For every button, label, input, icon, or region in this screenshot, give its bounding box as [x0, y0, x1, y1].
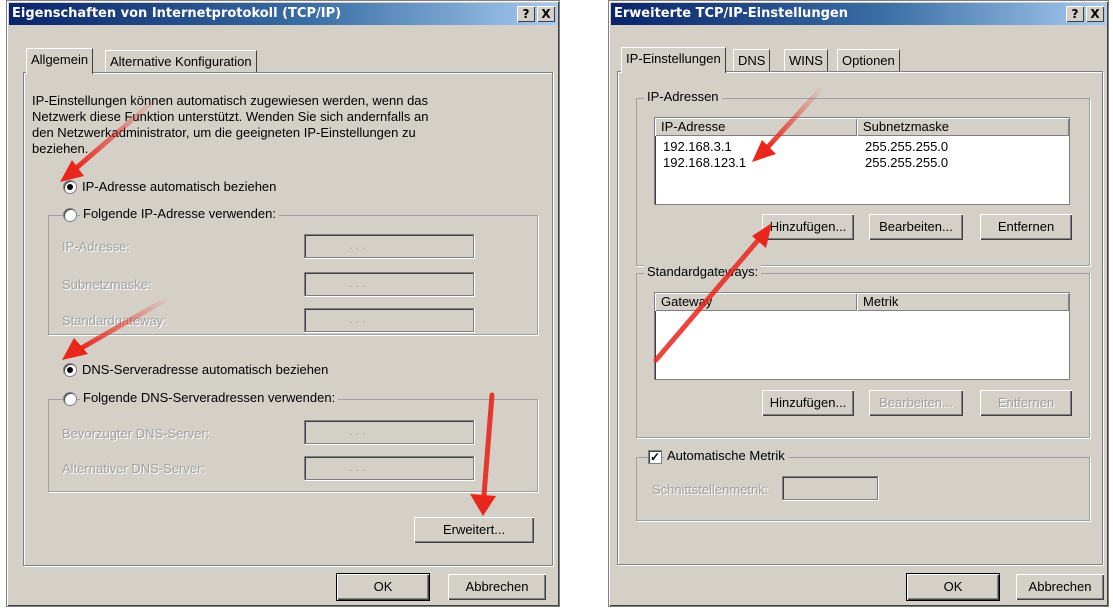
gateway-label: Standardgateway: — [62, 313, 167, 328]
subnet-mask-label: Subnetzmaske: — [62, 277, 152, 292]
radio-ip-auto-label[interactable]: IP-Adresse automatisch beziehen — [82, 179, 276, 194]
ip-row-1-mask[interactable]: 255.255.255.0 — [865, 139, 948, 154]
gateway-remove-button: Entfernen — [980, 390, 1072, 416]
cancel-button[interactable]: Abbrechen — [448, 574, 546, 600]
tab-panel: IP-Adressen IP-Adresse Subnetzmaske 192.… — [617, 71, 1103, 565]
intro-line-3: den Netzwerkadministrator, um die geeign… — [32, 125, 416, 140]
gateway-edit-button: Bearbeiten... — [869, 390, 963, 416]
auto-metric-label[interactable]: Automatische Metrik — [664, 448, 788, 463]
radio-dns-manual-label[interactable]: Folgende DNS-Serveradressen verwenden: — [80, 390, 339, 405]
radio-ip-auto[interactable] — [63, 180, 77, 194]
dns2-field[interactable]: . . . — [304, 456, 474, 480]
gateway-add-button[interactable]: Hinzufügen... — [762, 390, 854, 416]
tab-ip-einstellungen[interactable]: IP-Einstellungen — [621, 47, 726, 73]
window-title: Erweiterte TCP/IP-Einstellungen — [614, 6, 848, 21]
tcpip-properties-dialog: Eigenschaften von Internetprotokoll (TCP… — [6, 0, 560, 607]
help-button[interactable]: ? — [517, 6, 535, 22]
ip-addresses-label: IP-Adressen — [644, 89, 722, 104]
radio-ip-manual[interactable] — [63, 208, 77, 222]
ip-address-list[interactable]: IP-Adresse Subnetzmaske 192.168.3.1 255.… — [654, 117, 1070, 205]
cancel-button[interactable]: Abbrechen — [1016, 574, 1104, 600]
dns1-field[interactable]: . . . — [304, 420, 474, 444]
column-header-ip[interactable]: IP-Adresse — [655, 118, 857, 136]
ip-address-label: IP-Adresse: — [62, 239, 130, 254]
ip-row-1-address[interactable]: 192.168.3.1 — [663, 139, 732, 154]
title-bar[interactable]: Eigenschaften von Internetprotokoll (TCP… — [9, 3, 557, 25]
close-icon[interactable]: X — [537, 6, 555, 22]
interface-metric-label: Schnittstellenmetrik: — [652, 482, 769, 497]
advanced-button[interactable]: Erweitert... — [414, 517, 534, 543]
tab-allgemein[interactable]: Allgemein — [26, 48, 94, 74]
radio-dns-auto[interactable] — [63, 363, 77, 377]
ip-row-2-mask[interactable]: 255.255.255.0 — [865, 155, 948, 170]
help-button[interactable]: ? — [1066, 6, 1084, 22]
ip-row-2-address[interactable]: 192.168.123.1 — [663, 155, 746, 170]
ip-edit-button[interactable]: Bearbeiten... — [869, 214, 963, 240]
title-bar[interactable]: Erweiterte TCP/IP-Einstellungen ? X — [611, 3, 1106, 25]
intro-line-1: IP-Einstellungen können automatisch zuge… — [32, 93, 429, 108]
intro-line-4: beziehen. — [32, 141, 89, 156]
close-icon[interactable]: X — [1086, 6, 1104, 22]
ip-remove-button[interactable]: Entfernen — [980, 214, 1072, 240]
tab-alternative-konfiguration[interactable]: Alternative Konfiguration — [105, 50, 257, 73]
auto-metric-checkbox[interactable]: ✓ — [648, 450, 662, 464]
interface-metric-field[interactable] — [782, 476, 878, 500]
dns2-label: Alternativer DNS-Server: — [62, 461, 206, 476]
tab-panel: IP-Einstellungen können automatisch zuge… — [23, 72, 553, 566]
column-header-gateway[interactable]: Gateway — [655, 293, 857, 311]
gateway-field[interactable]: . . . — [304, 308, 474, 332]
dns1-label: Bevorzugter DNS-Server: — [62, 426, 210, 441]
radio-dns-manual[interactable] — [63, 392, 77, 406]
tab-dns[interactable]: DNS — [733, 49, 771, 72]
tab-wins[interactable]: WINS — [784, 49, 828, 72]
ok-button[interactable]: OK — [906, 573, 1000, 601]
window-title: Eigenschaften von Internetprotokoll (TCP… — [12, 6, 342, 21]
gateways-label: Standardgateways: — [644, 264, 762, 279]
gateway-list[interactable]: Gateway Metrik — [654, 292, 1070, 380]
ip-add-button[interactable]: Hinzufügen... — [762, 214, 854, 240]
subnet-mask-field[interactable]: . . . — [304, 272, 474, 296]
tab-optionen[interactable]: Optionen — [837, 49, 900, 72]
radio-ip-manual-label[interactable]: Folgende IP-Adresse verwenden: — [80, 206, 279, 221]
intro-line-2: Netzwerk diese Funktion unterstützt. Wen… — [32, 109, 429, 124]
ok-button[interactable]: OK — [336, 573, 430, 601]
radio-dns-auto-label[interactable]: DNS-Serveradresse automatisch beziehen — [82, 362, 328, 377]
column-header-subnet[interactable]: Subnetzmaske — [857, 118, 1069, 136]
ip-address-field[interactable]: . . . — [304, 234, 474, 258]
advanced-tcpip-dialog: Erweiterte TCP/IP-Einstellungen ? X IP-E… — [608, 0, 1109, 607]
column-header-metric[interactable]: Metrik — [857, 293, 1069, 311]
